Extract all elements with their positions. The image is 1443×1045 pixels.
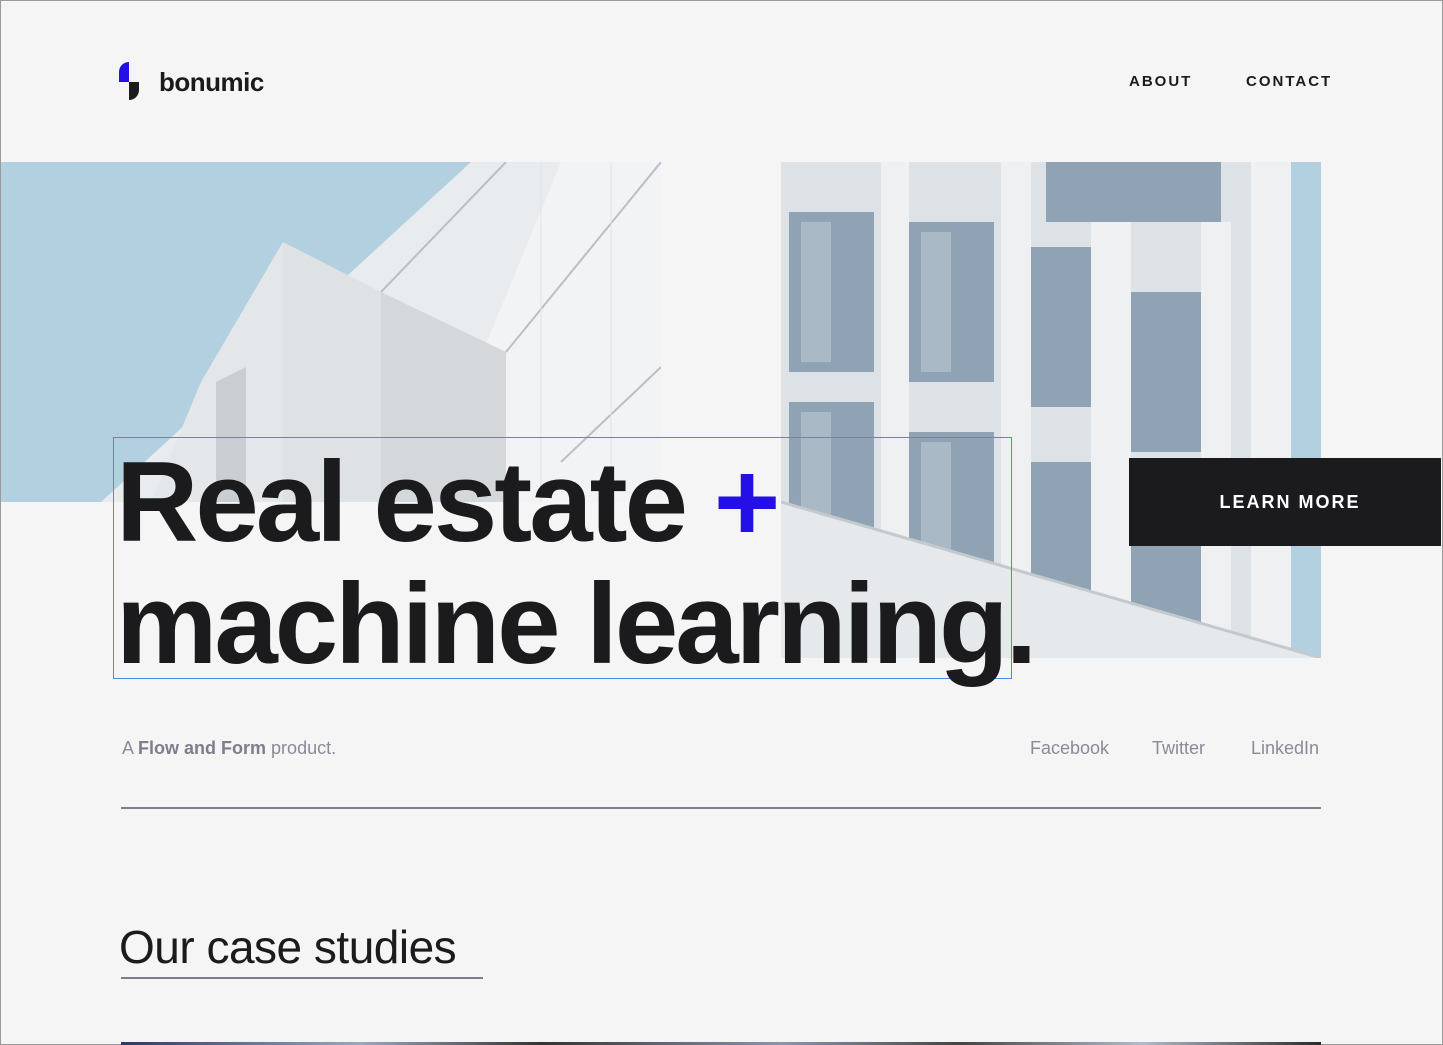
product-suffix: product. xyxy=(271,738,337,758)
nav-contact[interactable]: CONTACT xyxy=(1246,73,1332,90)
social-linkedin-link[interactable]: LinkedIn xyxy=(1251,738,1319,759)
logo-text: bonumic xyxy=(159,66,264,97)
headline-line-1: Real estate + xyxy=(116,446,780,560)
hero-headline: Real estate + machine learning. xyxy=(113,437,1037,682)
product-credit: A Flow and Form product. xyxy=(122,738,336,759)
headline-line-2: machine learning. xyxy=(116,561,1037,688)
headline-plus: + xyxy=(713,439,781,566)
logo-mark-icon xyxy=(119,62,139,100)
social-facebook-link[interactable]: Facebook xyxy=(1030,738,1109,759)
divider xyxy=(121,807,1321,809)
nav-about[interactable]: ABOUT xyxy=(1129,73,1192,90)
headline-text-1: Real estate xyxy=(116,439,688,566)
logo[interactable]: bonumic xyxy=(119,62,264,102)
case-studies-underline xyxy=(121,977,483,979)
learn-more-button[interactable]: LEARN MORE xyxy=(1129,458,1441,546)
social-twitter-link[interactable]: Twitter xyxy=(1152,738,1205,759)
product-name[interactable]: Flow and Form xyxy=(138,738,266,758)
product-prefix: A xyxy=(122,738,134,758)
case-studies-heading: Our case studies xyxy=(119,921,457,973)
